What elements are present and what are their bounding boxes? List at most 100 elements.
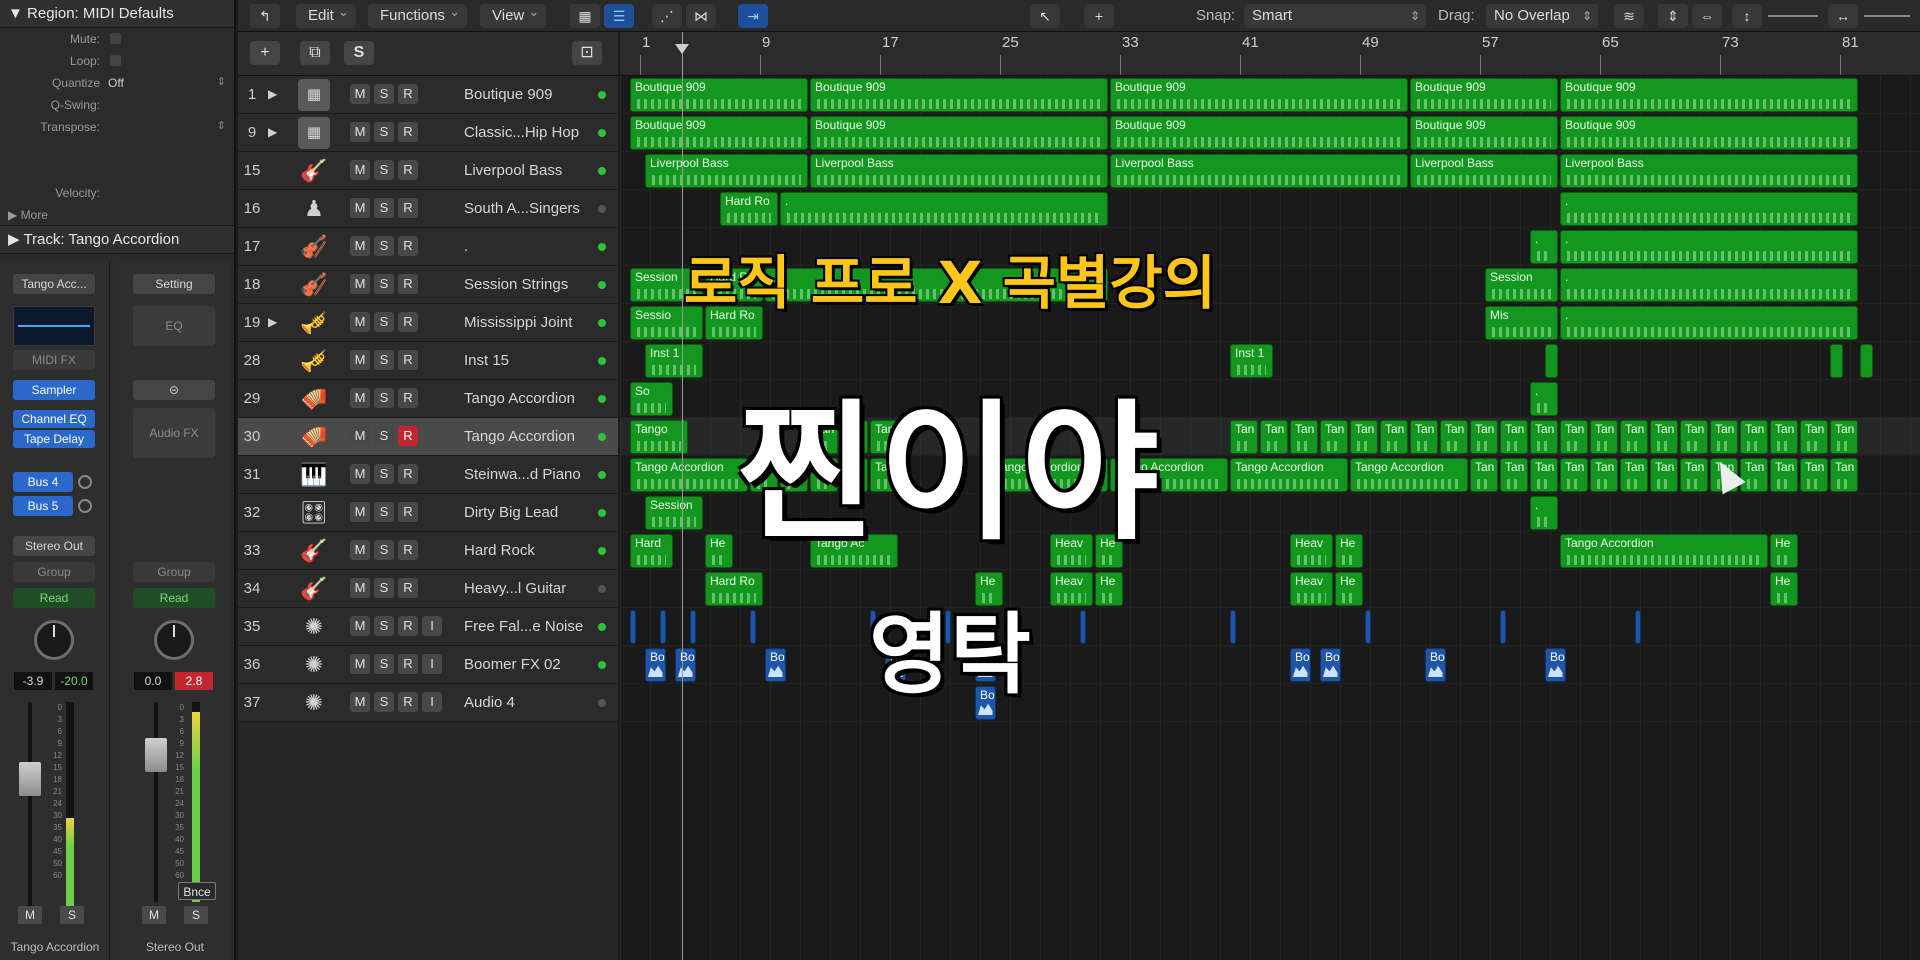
automation-mode[interactable]: Read [133, 588, 215, 608]
inspector-field[interactable]: Velocity: [0, 182, 234, 204]
midi-region[interactable]: Liverpool Bass [1110, 154, 1408, 188]
track-solo-button[interactable]: S [374, 654, 394, 674]
midi-region[interactable]: Boutique 909 [630, 78, 808, 112]
midi-region[interactable]: Boutique 909 [1410, 78, 1558, 112]
track-name[interactable]: Free Fal...e Noise [464, 618, 583, 635]
track-name[interactable]: Audio 4 [464, 694, 515, 711]
audio-region[interactable]: Bo [675, 648, 696, 682]
track-name[interactable]: Boomer FX 02 [464, 656, 561, 673]
midi-region[interactable]: Tan [1830, 420, 1858, 454]
volume-fader-cap[interactable] [145, 738, 167, 772]
audio-region[interactable]: Bo [1545, 648, 1566, 682]
functions-menu[interactable]: Functions [368, 0, 468, 28]
track-input-monitor-button[interactable]: I [422, 616, 442, 636]
stepper-icon[interactable]: ⇕ [217, 75, 226, 88]
track-options-icon[interactable]: ⊡ [572, 41, 602, 65]
midi-region[interactable]: Tan [1470, 458, 1498, 492]
midi-region[interactable]: Boutique 909 [1110, 116, 1408, 150]
group-slot[interactable]: Group [133, 562, 215, 582]
midi-region[interactable]: Boutique 909 [1560, 78, 1858, 112]
volume-fader-cap[interactable] [19, 762, 41, 796]
track-record-button[interactable]: R [398, 692, 418, 712]
midi-region[interactable]: Tan [1350, 420, 1378, 454]
track-record-button[interactable]: R [398, 84, 418, 104]
midi-region[interactable]: Tango Accordion [1350, 458, 1468, 492]
midi-region[interactable]: . [1560, 192, 1858, 226]
link-button[interactable]: ⊝ [133, 380, 215, 400]
mute-button[interactable]: M [142, 906, 166, 924]
midi-region[interactable]: Tan [1620, 458, 1648, 492]
midi-region[interactable]: Boutique 909 [810, 78, 1108, 112]
back-icon[interactable]: ↰ [250, 4, 280, 28]
midi-region[interactable]: Tan [1740, 458, 1768, 492]
track-solo-button[interactable]: S [374, 312, 394, 332]
track-record-button[interactable]: R [398, 160, 418, 180]
pan-knob[interactable] [34, 620, 74, 660]
pan-knob[interactable] [154, 620, 194, 660]
list-view-icon[interactable]: ☰ [604, 4, 634, 28]
pointer-tool-icon[interactable]: ↖ [1030, 4, 1060, 28]
midi-region[interactable]: Boutique 909 [630, 116, 808, 150]
midi-region[interactable]: Liverpool Bass [1410, 154, 1558, 188]
track-mute-button[interactable]: M [350, 464, 370, 484]
midi-region[interactable]: Tan [1500, 458, 1528, 492]
midi-region[interactable]: Hard Ro [720, 192, 778, 226]
midi-region[interactable]: Heav [1290, 572, 1333, 606]
global-solo-icon[interactable]: S [344, 41, 374, 65]
track-solo-button[interactable]: S [374, 388, 394, 408]
inspector-checkbox[interactable] [110, 55, 121, 66]
track-mute-button[interactable]: M [350, 236, 370, 256]
drag-select[interactable]: No Overlap [1486, 4, 1598, 28]
track-record-button[interactable]: R [398, 426, 418, 446]
waveform-zoom-icon[interactable]: ≋ [1614, 4, 1644, 28]
midi-region[interactable]: . [1560, 306, 1858, 340]
audio-fx-slot[interactable]: Audio FX [133, 408, 215, 458]
track-header[interactable]: 36 ✺ M S R I Boomer FX 02 [238, 646, 618, 684]
inspector-checkbox[interactable] [110, 33, 121, 44]
audio-region[interactable] [630, 610, 636, 644]
audio-region[interactable] [1230, 610, 1236, 644]
mute-button[interactable]: M [18, 906, 42, 924]
midi-region[interactable]: Tan [1680, 458, 1708, 492]
track-header[interactable]: 15 🎸 M S R Liverpool Bass [238, 152, 618, 190]
instrument-slot[interactable]: Sampler [13, 380, 95, 400]
track-header[interactable]: 35 ✺ M S R I Free Fal...e Noise [238, 608, 618, 646]
track-header[interactable]: 32 🎛 M S R Dirty Big Lead [238, 494, 618, 532]
volume-fader-track[interactable] [154, 702, 158, 902]
midi-region[interactable]: Tan [1500, 420, 1528, 454]
midi-region[interactable]: . [1560, 230, 1858, 264]
midi-region[interactable]: Mis [1485, 306, 1558, 340]
track-record-button[interactable]: R [398, 540, 418, 560]
track-solo-button[interactable]: S [374, 578, 394, 598]
midi-region[interactable]: . [1530, 230, 1558, 264]
eq-display[interactable] [13, 306, 95, 346]
track-solo-button[interactable]: S [374, 692, 394, 712]
midi-region[interactable]: Session [1485, 268, 1558, 302]
midi-region[interactable]: Tan [1470, 420, 1498, 454]
audio-region[interactable] [1635, 610, 1641, 644]
volume-fader-track[interactable] [28, 702, 32, 912]
track-name[interactable]: Inst 15 [464, 352, 509, 369]
channel-name[interactable]: Stereo Out [120, 940, 230, 954]
disclosure-triangle-icon[interactable]: ▶ [268, 315, 277, 329]
midi-region[interactable]: Boutique 909 [1560, 116, 1858, 150]
flex-icon[interactable]: ⋈ [686, 4, 716, 28]
horizontal-fit-icon[interactable]: ⇔ [1692, 4, 1722, 28]
track-mute-button[interactable]: M [350, 160, 370, 180]
track-header[interactable]: 34 🎸 M S R Heavy...l Guitar [238, 570, 618, 608]
midi-region[interactable]: Tan [1590, 458, 1618, 492]
track-mute-button[interactable]: M [350, 312, 370, 332]
midi-region[interactable]: He [1335, 572, 1363, 606]
track-header[interactable]: 16 ♟ M S R South A...Singers [238, 190, 618, 228]
midi-region[interactable]: Liverpool Bass [810, 154, 1108, 188]
midi-region[interactable]: Tan [1560, 458, 1588, 492]
group-slot[interactable]: Group [13, 562, 95, 582]
midi-region[interactable]: Tan [1650, 420, 1678, 454]
midi-region[interactable] [1545, 344, 1558, 378]
track-solo-button[interactable]: S [374, 502, 394, 522]
track-record-button[interactable]: R [398, 274, 418, 294]
solo-button[interactable]: S [184, 906, 208, 924]
midi-region[interactable]: Tan [1530, 458, 1558, 492]
track-mute-button[interactable]: M [350, 84, 370, 104]
send-level-knob-2[interactable] [78, 499, 92, 513]
